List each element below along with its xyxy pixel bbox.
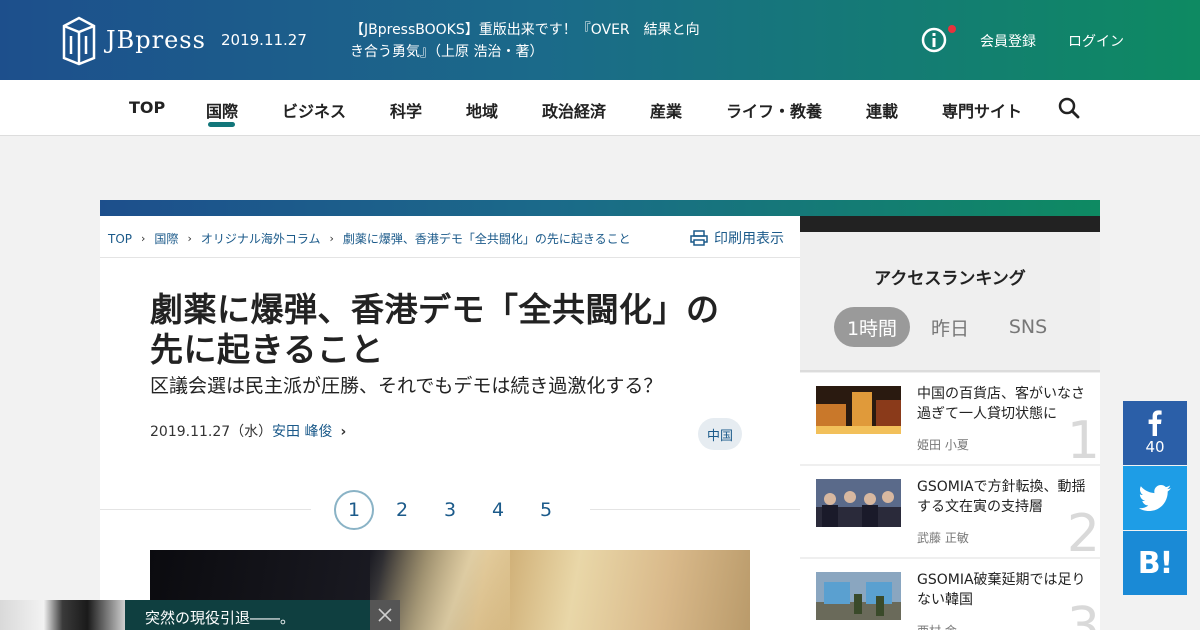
info-icon[interactable] <box>921 27 947 53</box>
notification-dot <box>948 25 956 33</box>
ranking-item-title: GSOMIA破棄延期では足りない韓国 <box>917 572 1086 608</box>
ranking-tab-hour[interactable]: 1時間 <box>834 307 910 347</box>
hatena-bookmark-button[interactable]: B! <box>1123 531 1187 595</box>
nav-item-industry[interactable]: 産業 <box>650 98 682 122</box>
author-link[interactable]: 安田 峰俊 › <box>272 421 346 441</box>
breadcrumb-divider <box>100 257 800 258</box>
main-nav: TOP 国際 ビジネス 科学 地域 政治経済 産業 ライフ・教養 連載 専門サイ… <box>0 80 1200 136</box>
sidebar-top-bar <box>800 216 1100 232</box>
page-link-2[interactable]: 2 <box>382 490 422 530</box>
popup-text: 突然の現役引退――。 <box>145 609 296 627</box>
ranking-item[interactable]: 中国の百貨店、客がいなさ過ぎて一人貸切状態に 姫田 小夏 1 <box>800 373 1100 471</box>
ranking-item[interactable]: GSOMIAで方針転換、動揺する文在寅の支持層 武藤 正敏 2 <box>800 466 1100 564</box>
popup-thumbnail-image <box>0 600 125 630</box>
ranking-item-author: 武藤 正敏 <box>917 531 969 545</box>
page-link-3[interactable]: 3 <box>430 490 470 530</box>
ranking-item[interactable]: GSOMIA破棄延期では足りない韓国 西村 金一 3 <box>800 559 1100 630</box>
nav-item-special-sites[interactable]: 専門サイト <box>942 98 1022 122</box>
nav-item-top[interactable]: TOP <box>129 98 165 117</box>
facebook-share-button[interactable]: 40 <box>1123 401 1187 465</box>
article-card: TOP › 国際 › オリジナル海外コラム › 劇薬に爆弾、香港デモ「全共闘化」… <box>100 216 800 630</box>
ranking-divider <box>800 370 1100 372</box>
author-name: 安田 峰俊 <box>272 424 333 440</box>
pager-divider <box>590 509 800 510</box>
nav-item-life-culture[interactable]: ライフ・教養 <box>726 98 822 122</box>
breadcrumb-international[interactable]: 国際 <box>154 230 178 247</box>
breadcrumb-current[interactable]: 劇薬に爆弾、香港デモ「全共闘化」の先に起きること <box>343 230 631 247</box>
breadcrumb-separator-icon: › <box>141 232 146 245</box>
printer-icon <box>690 230 708 246</box>
content-accent-bar <box>100 200 1100 216</box>
ranking-number: 2 <box>1066 504 1100 564</box>
ranking-thumbnail-image <box>816 479 901 527</box>
header-news-link[interactable]: 【JBpressBOOKS】重版出来です！『OVER 結果と向き合う勇気』（上原… <box>350 19 710 63</box>
close-glyph <box>378 608 392 622</box>
ranking-item-author: 姫田 小夏 <box>917 438 969 452</box>
ranking-item-author: 西村 金一 <box>917 622 969 630</box>
nav-item-business[interactable]: ビジネス <box>282 98 346 122</box>
ranking-number: 3 <box>1066 597 1100 630</box>
ranking-item-title: 中国の百貨店、客がいなさ過ぎて一人貸切状態に <box>917 386 1085 422</box>
topic-tag[interactable]: 中国 <box>698 418 742 450</box>
ranking-thumbnail-image <box>816 572 901 620</box>
breadcrumb-separator-icon: › <box>329 232 334 245</box>
chevron-right-icon: › <box>340 424 347 440</box>
facebook-icon <box>1148 410 1162 436</box>
ranking-heading: アクセスランキング <box>874 269 1026 289</box>
ranking-sidebar: アクセスランキング 1時間 昨日 SNS 中国の百貨店、客がいなさ過ぎて一人貸切… <box>800 232 1100 630</box>
nav-item-international[interactable]: 国際 <box>206 98 238 122</box>
print-view-label: 印刷用表示 <box>714 231 784 247</box>
login-link[interactable]: ログイン <box>1068 31 1124 51</box>
logo-text: JBpress <box>106 26 206 54</box>
nav-item-series[interactable]: 連載 <box>866 98 898 122</box>
print-view-link[interactable]: 印刷用表示 <box>690 228 784 248</box>
page-link-1[interactable]: 1 <box>334 490 374 530</box>
hatena-bookmark-icon: B! <box>1137 545 1174 581</box>
site-logo[interactable]: JBpress <box>60 14 206 66</box>
facebook-share-count: 40 <box>1145 438 1165 456</box>
article-title: 劇薬に爆弾、香港デモ「全共闘化」の先に起きること <box>150 290 720 369</box>
article-date: 2019.11.27（水） <box>150 424 273 440</box>
pager-divider <box>100 509 311 510</box>
nav-active-indicator <box>208 122 235 127</box>
nav-item-science[interactable]: 科学 <box>390 98 422 122</box>
breadcrumb-separator-icon: › <box>187 232 192 245</box>
breadcrumb-column[interactable]: オリジナル海外コラム <box>201 230 321 247</box>
breadcrumb-top[interactable]: TOP <box>108 232 132 246</box>
close-icon[interactable] <box>370 600 400 630</box>
nav-item-region[interactable]: 地域 <box>466 98 498 122</box>
ranking-thumbnail-image <box>816 386 901 434</box>
search-icon[interactable] <box>1058 97 1080 119</box>
site-header: JBpress 2019.11.27 【JBpressBOOKS】重版出来です！… <box>0 0 1200 80</box>
jbpress-logo-icon <box>62 16 96 66</box>
nav-item-politics-economy[interactable]: 政治経済 <box>542 98 606 122</box>
ranking-number: 1 <box>1066 411 1100 471</box>
page-link-5[interactable]: 5 <box>526 490 566 530</box>
ranking-item-title: GSOMIAで方針転換、動揺する文在寅の支持層 <box>917 479 1086 515</box>
article-subtitle: 区議会選は民主派が圧勝、それでもデモは続き過激化する？ <box>150 375 663 397</box>
breadcrumb: TOP › 国際 › オリジナル海外コラム › 劇薬に爆弾、香港デモ「全共闘化」… <box>108 230 631 247</box>
page-link-4[interactable]: 4 <box>478 490 518 530</box>
twitter-share-button[interactable] <box>1123 466 1187 530</box>
register-link[interactable]: 会員登録 <box>980 31 1036 51</box>
recommend-popup[interactable]: 突然の現役引退――。 <box>0 600 400 630</box>
header-date: 2019.11.27 <box>221 31 307 49</box>
twitter-icon <box>1139 485 1171 511</box>
ranking-tab-yesterday[interactable]: 昨日 <box>920 307 980 347</box>
ranking-tab-sns[interactable]: SNS <box>998 307 1058 347</box>
